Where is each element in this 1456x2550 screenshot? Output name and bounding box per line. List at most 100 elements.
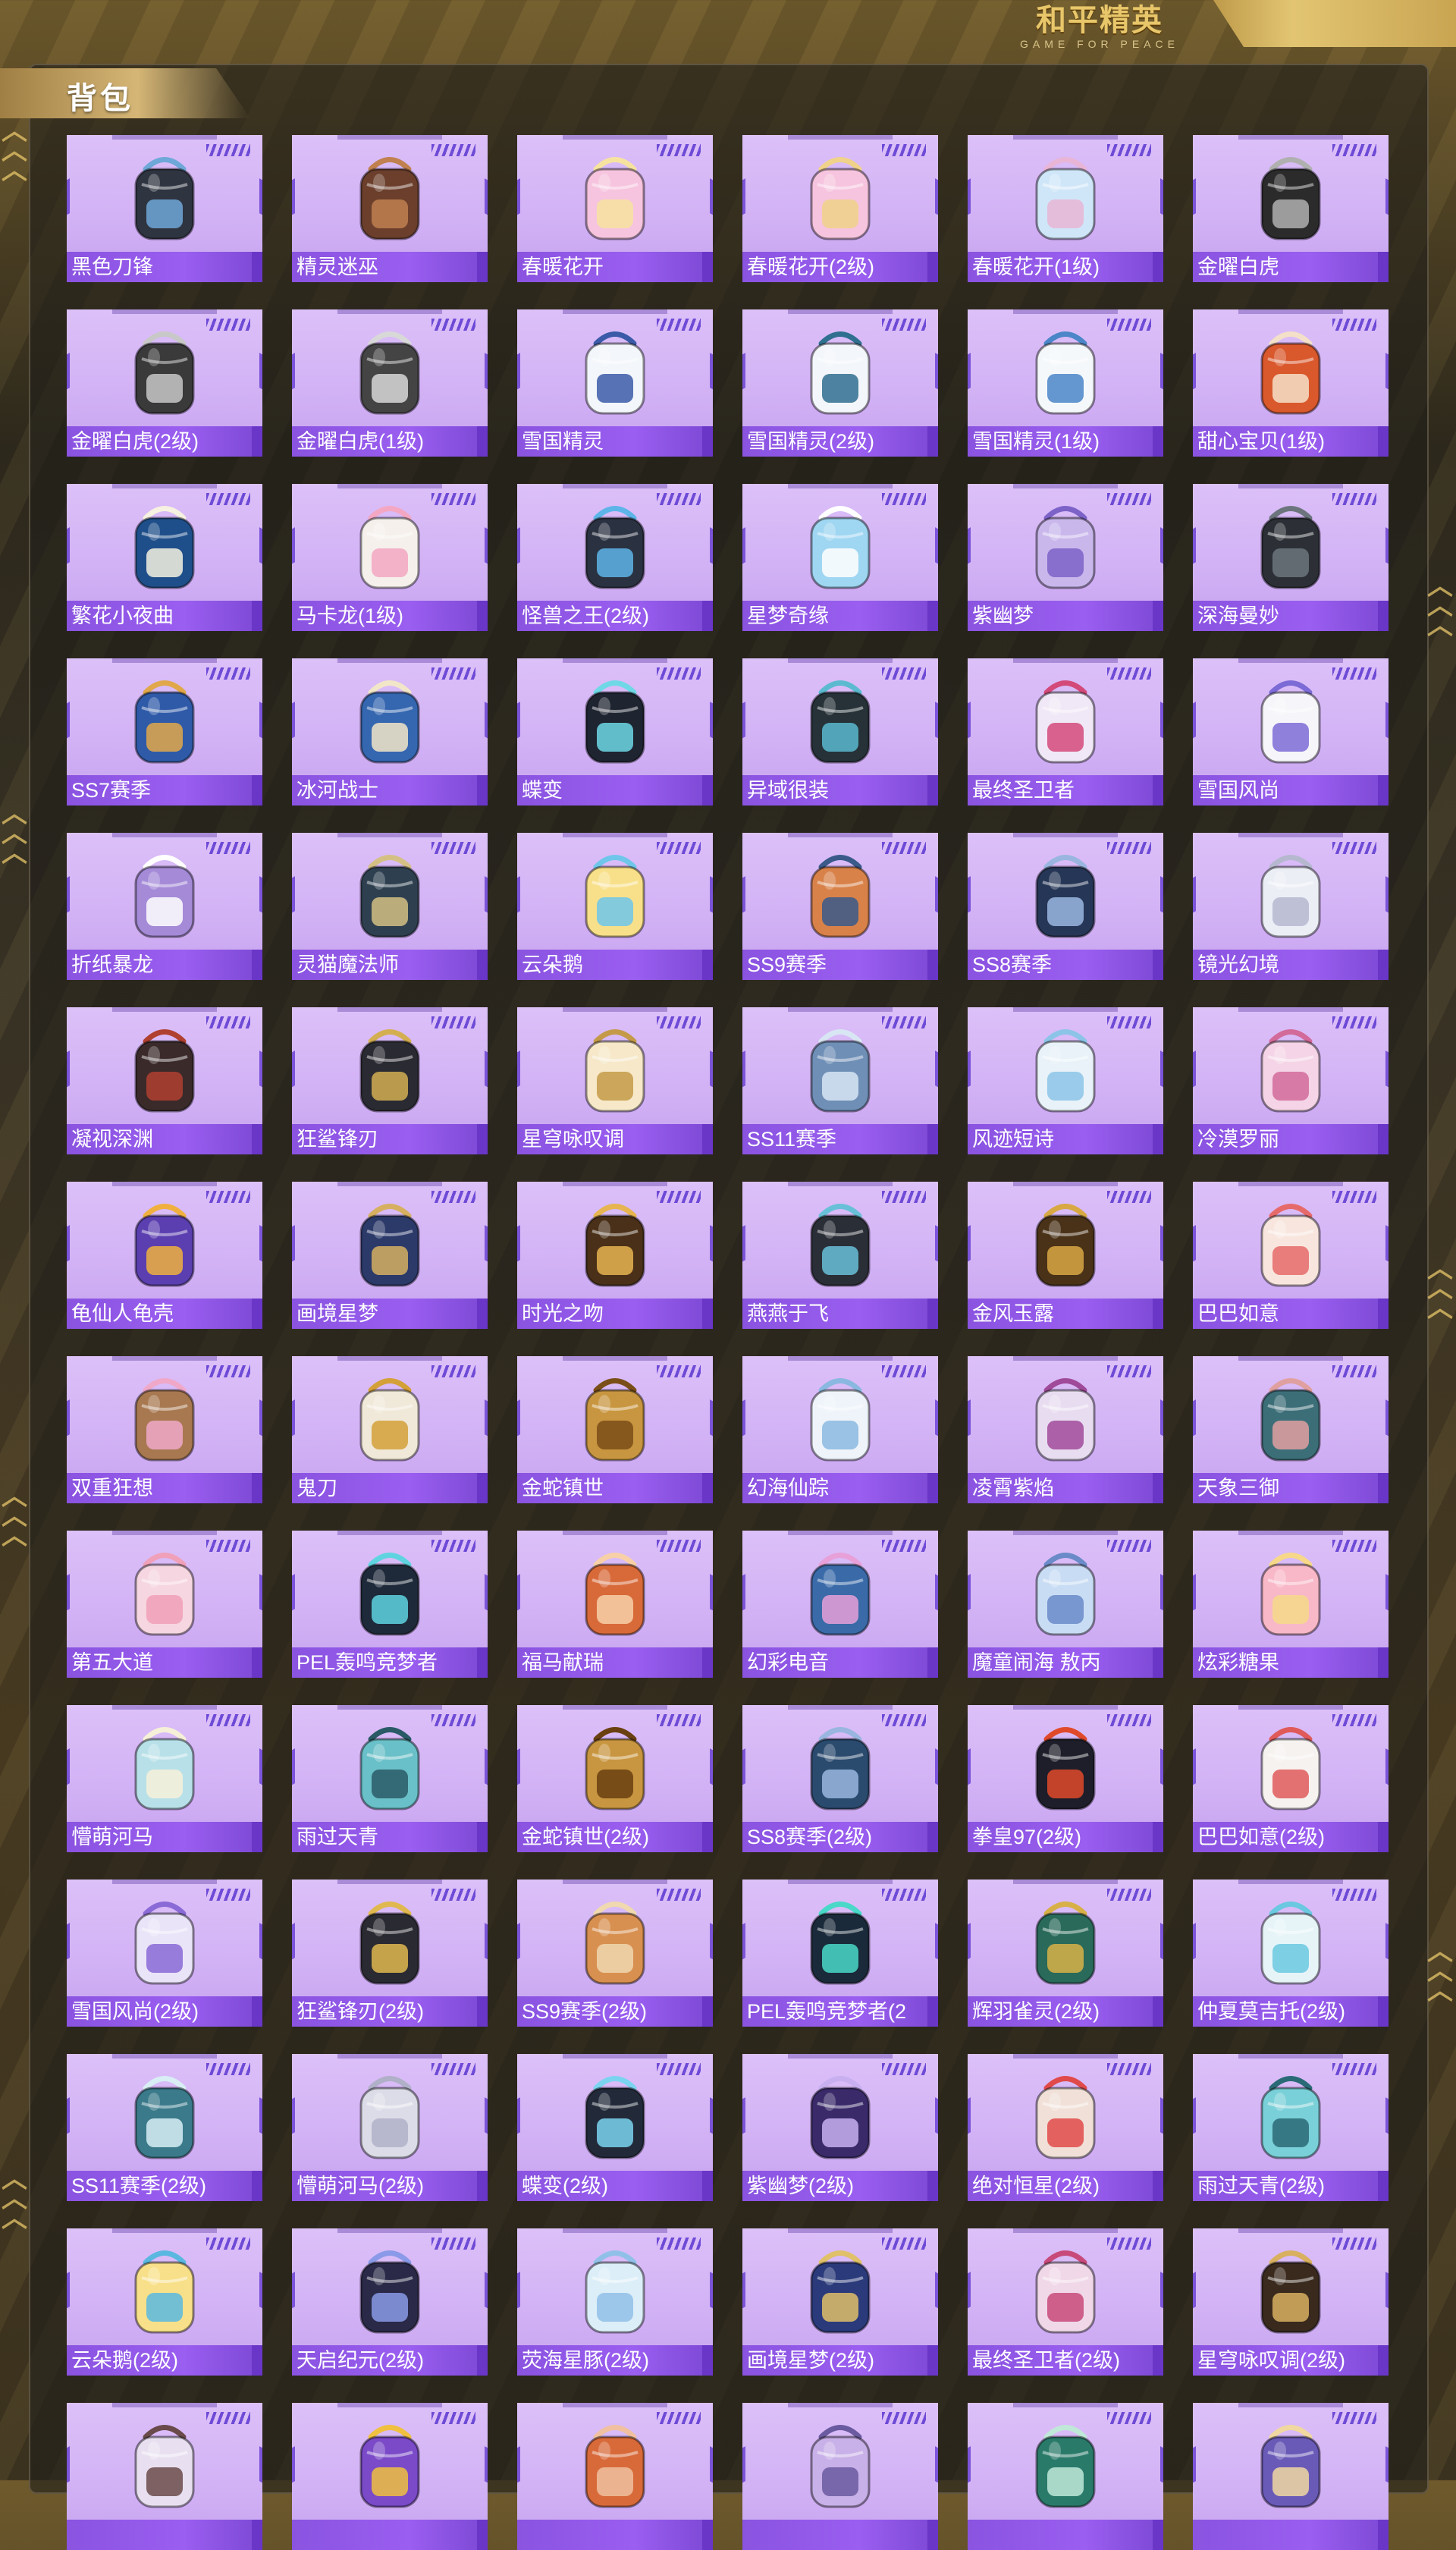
backpack-icon xyxy=(1234,666,1348,780)
backpack-item-card[interactable] xyxy=(292,2403,488,2550)
backpack-item-card[interactable]: 懵萌河马 xyxy=(67,1705,262,1852)
backpack-item-card[interactable]: 星梦奇缘 xyxy=(742,484,938,631)
backpack-item-card[interactable]: 幻海仙踪 xyxy=(742,1356,938,1503)
backpack-item-card[interactable]: 仲夏莫吉托(2级) xyxy=(1193,1880,1389,2027)
backpack-item-card[interactable] xyxy=(67,2403,262,2550)
backpack-item-card[interactable]: 春暖花开 xyxy=(517,135,713,282)
backpack-icon xyxy=(1234,2236,1348,2350)
backpack-item-name: 金曜白虎 xyxy=(1193,252,1389,282)
card-edge-left xyxy=(742,527,745,567)
backpack-item-card[interactable]: 春暖花开(1级) xyxy=(968,135,1163,282)
backpack-item-card[interactable]: 雪国精灵 xyxy=(517,309,713,457)
backpack-item-card[interactable]: 金曜白虎(2级) xyxy=(67,309,262,457)
backpack-item-card[interactable]: 云朵鹅(2级) xyxy=(67,2228,262,2376)
backpack-item-card[interactable]: 画境星梦(2级) xyxy=(742,2228,938,2376)
backpack-item-card[interactable]: 狂鲨锋刃(2级) xyxy=(292,1880,488,2027)
backpack-item-card[interactable]: 灵猫魔法师 xyxy=(292,833,488,980)
backpack-item-card[interactable]: 巴巴如意 xyxy=(1193,1182,1389,1329)
backpack-item-card[interactable]: 龟仙人龟壳 xyxy=(67,1182,262,1329)
backpack-item-card[interactable]: 魔童闹海 敖丙 xyxy=(968,1531,1163,1678)
card-edge-right xyxy=(935,2097,938,2137)
backpack-item-card[interactable]: 懵萌河马(2级) xyxy=(292,2054,488,2201)
backpack-item-card[interactable]: 凝视深渊 xyxy=(67,1007,262,1154)
backpack-item-card[interactable] xyxy=(517,2403,713,2550)
backpack-item-card[interactable]: 折纸暴龙 xyxy=(67,833,262,980)
backpack-item-card[interactable]: 繁花小夜曲 xyxy=(67,484,262,631)
backpack-item-card[interactable]: 冷漠罗丽 xyxy=(1193,1007,1389,1154)
backpack-item-card[interactable]: SS8赛季 xyxy=(968,833,1163,980)
backpack-item-card[interactable]: 天启纪元(2级) xyxy=(292,2228,488,2376)
backpack-item-card[interactable]: 狂鲨锋刃 xyxy=(292,1007,488,1154)
backpack-item-card[interactable]: 拳皇97(2级) xyxy=(968,1705,1163,1852)
backpack-item-card[interactable]: 画境星梦 xyxy=(292,1182,488,1329)
backpack-item-card[interactable]: 时光之吻 xyxy=(517,1182,713,1329)
backpack-item-card[interactable]: 精灵迷巫 xyxy=(292,135,488,282)
backpack-item-card[interactable]: 云朵鹅 xyxy=(517,833,713,980)
backpack-item-card[interactable]: 春暖花开(2级) xyxy=(742,135,938,282)
backpack-item-card[interactable]: 蝶变(2级) xyxy=(517,2054,713,2201)
backpack-item-card[interactable]: 星穹咏叹调(2级) xyxy=(1193,2228,1389,2376)
card-edge-right xyxy=(1385,1225,1389,1264)
backpack-item-card[interactable]: 甜心宝贝(1级) xyxy=(1193,309,1389,457)
backpack-item-card[interactable]: 巴巴如意(2级) xyxy=(1193,1705,1389,1852)
backpack-item-card[interactable] xyxy=(968,2403,1163,2550)
backpack-item-card[interactable]: 紫幽梦 xyxy=(968,484,1163,631)
backpack-item-card[interactable]: 金曜白虎 xyxy=(1193,135,1389,282)
backpack-item-card[interactable] xyxy=(1193,2403,1389,2550)
backpack-item-card[interactable]: 怪兽之王(2级) xyxy=(517,484,713,631)
backpack-item-card[interactable]: 炫彩糖果 xyxy=(1193,1531,1389,1678)
backpack-item-card[interactable]: 金蛇镇世 xyxy=(517,1356,713,1503)
backpack-item-card[interactable]: 最终圣卫者(2级) xyxy=(968,2228,1163,2376)
backpack-item-card[interactable]: 第五大道 xyxy=(67,1531,262,1678)
backpack-item-card[interactable]: 双重狂想 xyxy=(67,1356,262,1503)
backpack-item-card[interactable]: SS8赛季(2级) xyxy=(742,1705,938,1852)
backpack-item-card[interactable]: 最终圣卫者 xyxy=(968,658,1163,806)
backpack-item-card[interactable]: 紫幽梦(2级) xyxy=(742,2054,938,2201)
backpack-item-card[interactable]: 雨过天青 xyxy=(292,1705,488,1852)
backpack-item-card[interactable]: 星穹咏叹调 xyxy=(517,1007,713,1154)
card-edge-left xyxy=(1193,178,1196,218)
backpack-item-card[interactable]: PEL轰鸣竞梦者 xyxy=(292,1531,488,1678)
backpack-item-card[interactable]: 金蛇镇世(2级) xyxy=(517,1705,713,1852)
backpack-item-card[interactable]: 雪国风尚 xyxy=(1193,658,1389,806)
backpack-item-card[interactable]: 异域很装 xyxy=(742,658,938,806)
backpack-item-card[interactable]: 风迹短诗 xyxy=(968,1007,1163,1154)
backpack-item-card[interactable]: 幻彩电音 xyxy=(742,1531,938,1678)
backpack-item-card[interactable]: 马卡龙(1级) xyxy=(292,484,488,631)
backpack-item-card[interactable]: 雪国风尚(2级) xyxy=(67,1880,262,2027)
card-edge-left xyxy=(517,353,520,392)
backpack-item-card[interactable]: 雪国精灵(1级) xyxy=(968,309,1163,457)
backpack-item-card[interactable]: 金风玉露 xyxy=(968,1182,1163,1329)
backpack-item-card[interactable]: 镜光幻境 xyxy=(1193,833,1389,980)
backpack-item-card[interactable]: SS9赛季(2级) xyxy=(517,1880,713,2027)
backpack-icon xyxy=(1234,2410,1348,2524)
backpack-item-card[interactable]: 辉羽雀灵(2级) xyxy=(968,1880,1163,2027)
card-edge-left xyxy=(742,1225,745,1264)
backpack-item-card[interactable]: 黑色刀锋 xyxy=(67,135,262,282)
backpack-item-card[interactable]: SS9赛季 xyxy=(742,833,938,980)
backpack-item-card[interactable]: 深海曼妙 xyxy=(1193,484,1389,631)
backpack-item-card[interactable]: 福马献瑞 xyxy=(517,1531,713,1678)
backpack-item-card[interactable]: SS7赛季 xyxy=(67,658,262,806)
backpack-item-card[interactable]: PEL轰鸣竞梦者(2 xyxy=(742,1880,938,2027)
backpack-item-card[interactable] xyxy=(742,2403,938,2550)
backpack-item-card[interactable]: 蝶变 xyxy=(517,658,713,806)
card-edge-left xyxy=(1193,2446,1196,2486)
backpack-item-card[interactable]: 冰河战士 xyxy=(292,658,488,806)
card-top-notch xyxy=(563,2228,667,2233)
card-top-notch xyxy=(788,135,893,140)
backpack-icon xyxy=(108,317,221,431)
backpack-item-card[interactable]: 雨过天青(2级) xyxy=(1193,2054,1389,2201)
backpack-item-card[interactable]: 荧海星豚(2级) xyxy=(517,2228,713,2376)
backpack-item-card[interactable]: SS11赛季(2级) xyxy=(67,2054,262,2201)
backpack-item-card[interactable]: 凌霄紫焰 xyxy=(968,1356,1163,1503)
backpack-item-card[interactable]: 雪国精灵(2级) xyxy=(742,309,938,457)
backpack-item-card[interactable]: 鬼刀 xyxy=(292,1356,488,1503)
backpack-item-card[interactable]: 燕燕于飞 xyxy=(742,1182,938,1329)
backpack-icon xyxy=(1009,143,1122,256)
backpack-item-card[interactable]: 金曜白虎(1级) xyxy=(292,309,488,457)
backpack-item-card[interactable]: SS11赛季 xyxy=(742,1007,938,1154)
card-edge-right xyxy=(1385,527,1389,567)
backpack-item-card[interactable]: 天象三御 xyxy=(1193,1356,1389,1503)
backpack-item-card[interactable]: 绝对恒星(2级) xyxy=(968,2054,1163,2201)
